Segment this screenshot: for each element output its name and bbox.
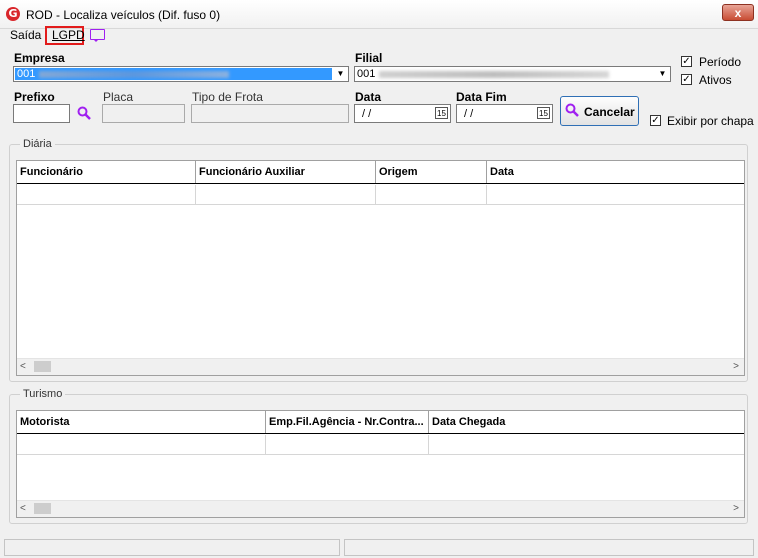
scroll-left-icon[interactable]: < [20,361,26,372]
diaria-hscrollbar[interactable]: < > [17,358,744,375]
scroll-right-icon[interactable]: > [733,503,739,514]
empresa-value: 001 [17,68,36,80]
search-icon [565,103,579,117]
tipo-frota-input [191,104,349,123]
periodo-checkbox[interactable]: ✓ [681,56,692,67]
menu-exit[interactable]: Saída [10,28,41,42]
status-panel-right [344,539,754,556]
title-bar: G ROD - Localiza veículos (Dif. fuso 0) … [0,0,758,29]
turismo-header: Motorista Emp.Fil.Agência - Nr.Contra...… [17,411,744,434]
filial-redacted [379,70,610,78]
exibir-chapa-checkbox[interactable]: ✓ [650,115,661,126]
data-fim-input[interactable]: / / 15 [456,104,553,123]
cancel-label: Cancelar [584,105,635,119]
data-value: / / [362,108,372,120]
col-data-chegada[interactable]: Data Chegada [429,411,744,433]
close-icon: x [734,6,742,20]
col-data[interactable]: Data [487,161,744,183]
placa-label: Placa [103,90,134,104]
menu-lgpd[interactable]: LGPD [52,28,85,42]
table-row[interactable] [17,435,744,455]
turismo-hscrollbar[interactable]: < > [17,500,744,517]
placa-input [102,104,185,123]
diaria-title: Diária [20,138,55,150]
scroll-right-icon[interactable]: > [733,361,739,372]
scroll-thumb[interactable] [34,361,51,372]
ativos-checkbox[interactable]: ✓ [681,74,692,85]
turismo-grid[interactable]: Motorista Emp.Fil.Agência - Nr.Contra...… [16,410,745,518]
diaria-grid[interactable]: Funcionário Funcionário Auxiliar Origem … [16,160,745,376]
prefixo-label: Prefixo [14,90,55,104]
prefixo-input[interactable] [13,104,70,123]
empresa-redacted [39,70,230,78]
empresa-select[interactable]: 001 ▼ [13,66,349,82]
col-funcionario-auxiliar[interactable]: Funcionário Auxiliar [196,161,376,183]
col-origem[interactable]: Origem [376,161,487,183]
scroll-left-icon[interactable]: < [20,503,26,514]
cancel-button[interactable]: Cancelar [560,96,639,126]
chat-icon[interactable] [90,29,105,42]
periodo-label: Período [699,55,742,69]
col-emp-fil-agencia[interactable]: Emp.Fil.Agência - Nr.Contra... [266,411,429,433]
search-icon[interactable] [77,106,91,120]
chevron-down-icon[interactable]: ▼ [655,67,670,81]
turismo-title: Turismo [20,388,66,400]
status-bar [0,537,758,558]
table-row[interactable] [17,185,744,205]
close-button[interactable]: x [722,4,754,21]
filial-label: Filial [355,51,383,65]
ativos-label: Ativos [699,73,732,87]
filial-select[interactable]: 001 ▼ [354,66,671,82]
status-panel-left [4,539,340,556]
col-motorista[interactable]: Motorista [17,411,266,433]
calendar-icon[interactable]: 15 [435,107,448,119]
data-input[interactable]: / / 15 [354,104,451,123]
tipo-frota-label: Tipo de Frota [192,90,263,104]
chevron-down-icon[interactable]: ▼ [333,67,348,81]
window-title: ROD - Localiza veículos (Dif. fuso 0) [26,8,221,22]
scroll-thumb[interactable] [34,503,51,514]
app-logo-icon: G [6,7,20,21]
filial-value: 001 [357,68,376,80]
diaria-header: Funcionário Funcionário Auxiliar Origem … [17,161,744,184]
col-funcionario[interactable]: Funcionário [17,161,196,183]
calendar-icon[interactable]: 15 [537,107,550,119]
data-label: Data [355,90,382,104]
empresa-label: Empresa [14,51,65,65]
data-fim-label: Data Fim [456,90,507,104]
exibir-chapa-label: Exibir por chapa [667,114,754,128]
data-fim-value: / / [464,108,474,120]
